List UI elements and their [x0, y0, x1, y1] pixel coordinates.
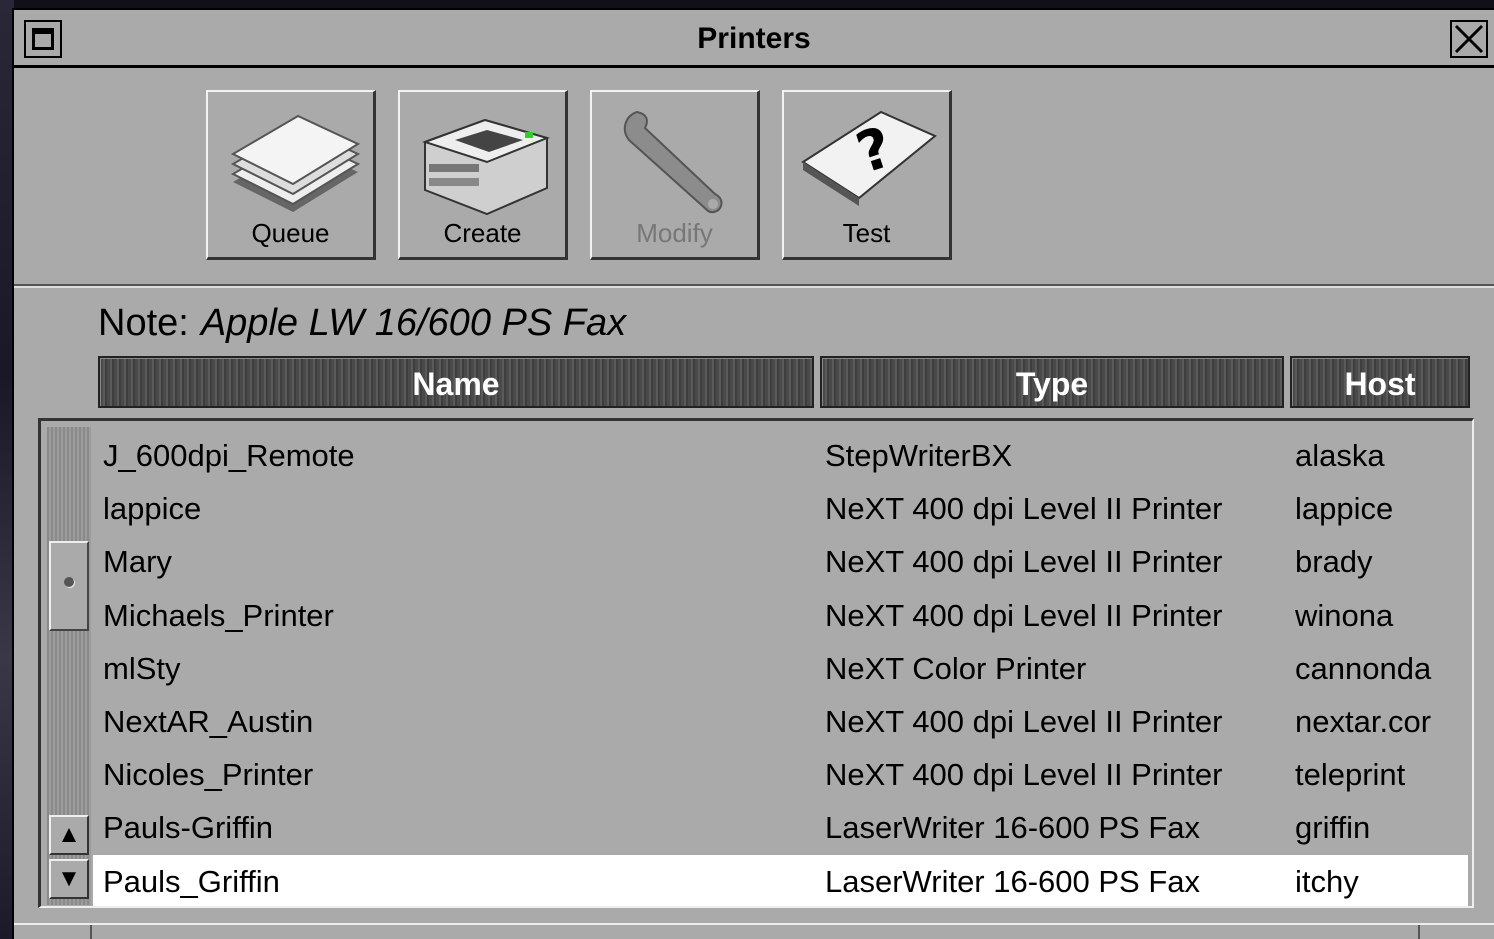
scroll-down-button[interactable]: ▼ [49, 859, 89, 899]
printer-icon [421, 118, 551, 216]
column-header-name[interactable]: Name [98, 356, 814, 408]
printer-type: NeXT 400 dpi Level II Printer [825, 544, 1223, 580]
printer-type: LaserWriter 16-600 PS Fax [825, 863, 1201, 899]
printer-host: itchy [1295, 863, 1359, 899]
knob-dimple-icon [64, 577, 74, 587]
toolbar: Queue Create Modify ? Test [14, 68, 1494, 286]
list-item[interactable]: mlSty NeXT Color Printer cannonda [93, 642, 1468, 695]
printer-host: nextar.cor [1295, 703, 1432, 739]
test-button[interactable]: ? Test [782, 90, 952, 260]
printer-type: NeXT 400 dpi Level II Printer [825, 703, 1223, 739]
list-item-selected[interactable]: Pauls_Griffin LaserWriter 16-600 PS Fax it… [93, 854, 1468, 906]
note-label: Note: [98, 302, 189, 344]
printer-host: teleprint [1295, 757, 1406, 793]
printer-type: LaserWriter 16-600 PS Fax [825, 810, 1201, 846]
list-item[interactable]: lappice NeXT 400 dpi Level II Printer lapp… [93, 482, 1468, 535]
list-item[interactable]: Michaels_Printer NeXT 400 dpi Level II Pr… [93, 589, 1468, 642]
list-item[interactable]: NextAR_Austin NeXT 400 dpi Level II Print… [93, 695, 1468, 748]
printers-window: Printers Queue Create Modify ? Test Note… [12, 8, 1494, 939]
printer-type: NeXT 400 dpi Level II Printer [825, 757, 1223, 793]
note-value: Apple LW 16/600 PS Fax [200, 302, 627, 344]
list-item[interactable]: Nicoles_Printer NeXT 400 dpi Level II Pri… [93, 748, 1468, 801]
printer-name: J_600dpi_Remote [103, 438, 355, 473]
printer-type: NeXT 400 dpi Level II Printer [825, 597, 1223, 633]
printer-host: brady [1295, 544, 1373, 580]
printer-name: lappice [103, 491, 202, 527]
column-header-type[interactable]: Type [820, 356, 1284, 408]
modify-button[interactable]: Modify [590, 90, 760, 260]
paper-stack-icon [230, 114, 361, 212]
printer-list[interactable]: ▲ ▼ J_600dpi_Remote StepWriterBX alaska la… [38, 418, 1474, 908]
printer-host: griffin [1295, 810, 1371, 846]
close-icon [1454, 24, 1484, 54]
create-label: Create [443, 218, 522, 248]
create-button[interactable]: Create [398, 90, 568, 260]
printer-name: Michaels_Printer [103, 597, 334, 633]
printer-name: mlSty [103, 650, 181, 686]
list-item[interactable]: Mary NeXT 400 dpi Level II Printer brady [93, 535, 1468, 588]
printer-name: Pauls-Griffin [103, 810, 273, 846]
printer-name: Mary [103, 544, 172, 580]
printer-host: lappice [1295, 491, 1394, 527]
printer-host: alaska [1295, 438, 1385, 473]
printer-type: NeXT Color Printer [825, 650, 1087, 686]
printer-host: winona [1295, 597, 1394, 633]
wrench-icon [623, 110, 723, 214]
printer-host: cannonda [1295, 650, 1432, 686]
question-paper-icon: ? [801, 110, 937, 206]
scroll-knob[interactable] [49, 541, 89, 631]
footer-divider [90, 925, 92, 939]
title-bar[interactable]: Printers [14, 10, 1494, 68]
list-item[interactable]: J_600dpi_Remote StepWriterBX alaska [93, 429, 1468, 482]
queue-button[interactable]: Queue [206, 90, 376, 260]
queue-label: Queue [251, 218, 330, 248]
window-title: Printers [697, 22, 811, 55]
window-footer [14, 923, 1494, 939]
vertical-scrollbar[interactable]: ▲ ▼ [47, 427, 91, 905]
test-label: Test [842, 218, 891, 248]
column-header-host[interactable]: Host [1290, 356, 1470, 408]
list-item[interactable]: Pauls-Griffin LaserWriter 16-600 PS Fax gr… [93, 801, 1468, 854]
scroll-up-button[interactable]: ▲ [49, 815, 89, 855]
note-field: Note: Apple LW 16/600 PS Fax [98, 302, 626, 345]
close-button[interactable] [1450, 20, 1488, 58]
modify-label: Modify [636, 218, 713, 248]
printer-name: Pauls_Griffin [103, 863, 280, 899]
printer-type: StepWriterBX [825, 438, 1013, 473]
footer-divider [1418, 925, 1420, 939]
printer-rows: J_600dpi_Remote StepWriterBX alaska lappic… [93, 429, 1468, 906]
down-arrow-icon: ▼ [57, 865, 81, 892]
printer-type: NeXT 400 dpi Level II Printer [825, 491, 1223, 527]
printer-name: NextAR_Austin [103, 703, 314, 739]
printer-name: Nicoles_Printer [103, 757, 314, 793]
up-arrow-icon: ▲ [57, 821, 81, 848]
